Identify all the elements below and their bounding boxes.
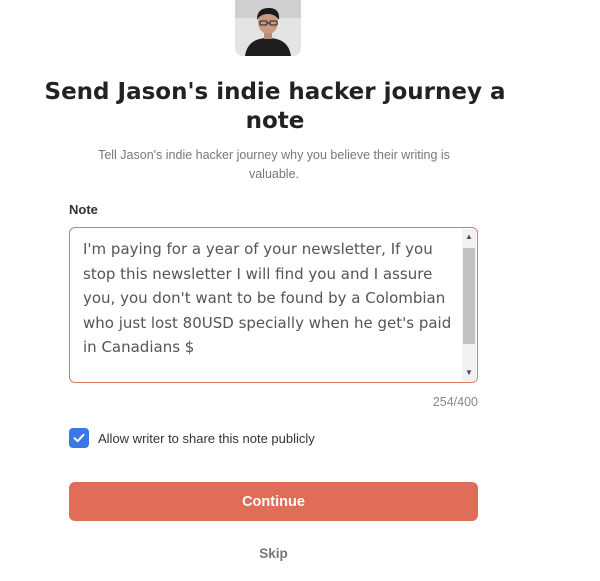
note-textarea[interactable]: I'm paying for a year of your newsletter…: [69, 227, 478, 383]
share-checkbox[interactable]: [69, 428, 89, 448]
page-subtitle: Tell Jason's indie hacker journey why yo…: [98, 148, 450, 181]
note-text[interactable]: I'm paying for a year of your newsletter…: [83, 237, 455, 360]
page-title: Send Jason's indie hacker journey a note: [44, 79, 506, 134]
scroll-down-arrow-icon[interactable]: ▼: [462, 366, 476, 380]
checkmark-icon: [73, 433, 85, 443]
note-label: Note: [69, 202, 98, 217]
share-label[interactable]: Allow writer to share this note publicly: [98, 431, 315, 446]
scroll-thumb[interactable]: [463, 248, 475, 344]
continue-button[interactable]: Continue: [69, 482, 478, 521]
skip-link[interactable]: Skip: [0, 546, 547, 561]
char-counter: 254/400: [432, 395, 478, 409]
scroll-up-arrow-icon[interactable]: ▲: [462, 230, 476, 244]
user-photo-icon: [235, 0, 301, 56]
avatar: [235, 0, 301, 56]
share-option[interactable]: Allow writer to share this note publicly: [69, 428, 315, 448]
note-scrollbar[interactable]: ▲ ▼: [462, 229, 476, 381]
